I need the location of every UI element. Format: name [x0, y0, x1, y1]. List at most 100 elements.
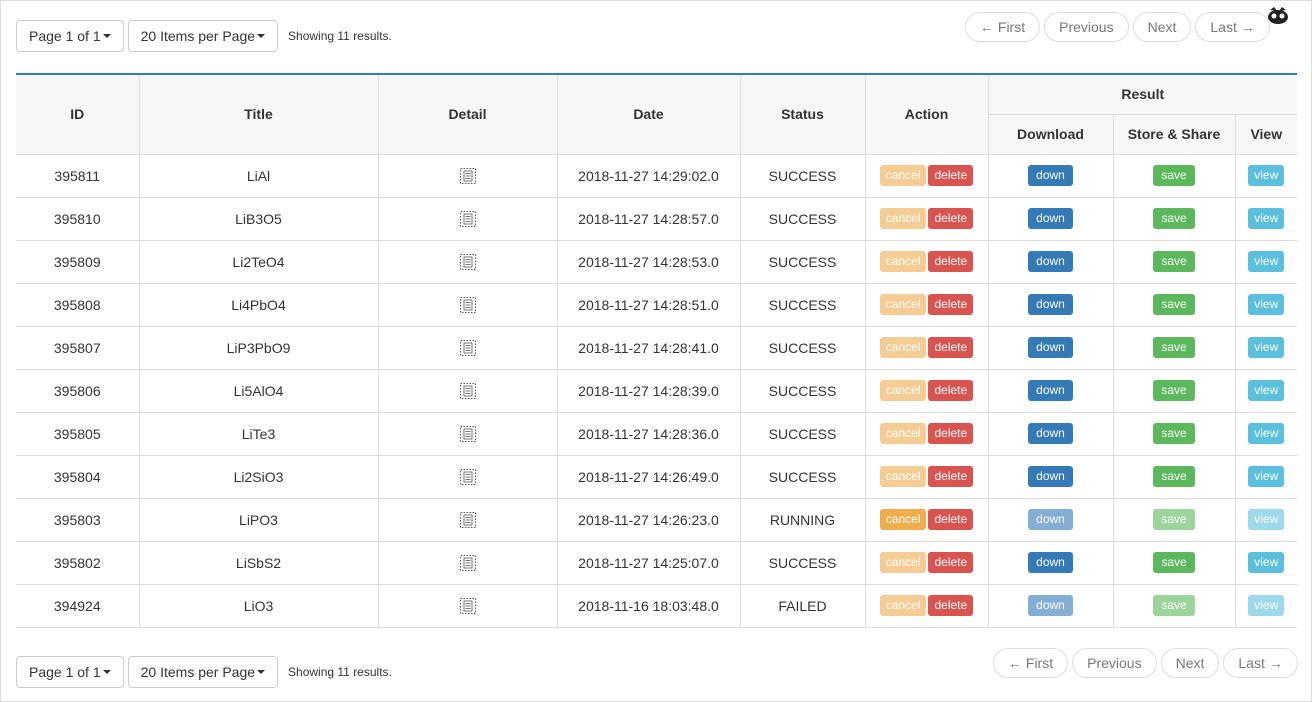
- download-button[interactable]: down: [1028, 337, 1073, 358]
- save-button[interactable]: save: [1153, 509, 1195, 530]
- page-select[interactable]: Page 1 of 1: [16, 656, 124, 688]
- previous-page-button[interactable]: Previous: [1044, 12, 1129, 42]
- save-button[interactable]: save: [1153, 251, 1195, 272]
- download-button[interactable]: down: [1028, 294, 1073, 315]
- document-icon[interactable]: [459, 467, 477, 485]
- download-button[interactable]: down: [1028, 466, 1073, 487]
- cancel-button[interactable]: cancel: [879, 595, 927, 616]
- delete-button[interactable]: delete: [928, 552, 974, 573]
- delete-button[interactable]: delete: [928, 251, 974, 272]
- cell-action: cancel delete: [864, 540, 989, 585]
- save-button[interactable]: save: [1153, 294, 1195, 315]
- cancel-button[interactable]: cancel: [879, 165, 927, 186]
- last-page-button[interactable]: Last →: [1195, 12, 1270, 42]
- download-button[interactable]: down: [1028, 595, 1073, 616]
- table-row: 395803 LiPO3 2018-11-27 14:26:23.0 RUNNING c…: [16, 497, 1298, 542]
- cell-status: FAILED: [739, 583, 866, 628]
- download-button[interactable]: down: [1028, 423, 1073, 444]
- download-button[interactable]: down: [1028, 251, 1073, 272]
- cell-date: 2018-11-27 14:28:57.0: [556, 196, 741, 241]
- cell-detail: [377, 325, 558, 370]
- per-page-select[interactable]: 20 Items per Page: [127, 656, 279, 688]
- view-button[interactable]: view: [1248, 552, 1285, 573]
- delete-button[interactable]: delete: [928, 509, 974, 530]
- delete-button[interactable]: delete: [928, 337, 974, 358]
- save-button[interactable]: save: [1153, 595, 1195, 616]
- cell-action: cancel delete: [864, 239, 989, 284]
- cell-store-share: save: [1112, 368, 1236, 413]
- first-page-button[interactable]: ← First: [993, 648, 1069, 678]
- cancel-button[interactable]: cancel: [879, 552, 927, 573]
- cancel-button[interactable]: cancel: [879, 251, 927, 272]
- cancel-button[interactable]: cancel: [879, 509, 927, 530]
- delete-button[interactable]: delete: [928, 423, 974, 444]
- document-icon[interactable]: [459, 424, 477, 442]
- save-button[interactable]: save: [1153, 337, 1195, 358]
- cancel-button[interactable]: cancel: [879, 423, 927, 444]
- download-button[interactable]: down: [1028, 165, 1073, 186]
- cancel-button[interactable]: cancel: [879, 208, 927, 229]
- view-button[interactable]: view: [1248, 337, 1285, 358]
- cell-download: down: [987, 196, 1114, 241]
- next-page-button[interactable]: Next: [1132, 12, 1192, 42]
- view-button[interactable]: view: [1248, 294, 1285, 315]
- document-icon[interactable]: [459, 209, 477, 227]
- document-icon[interactable]: [459, 166, 477, 184]
- next-page-button[interactable]: Next: [1160, 648, 1220, 678]
- document-icon[interactable]: [459, 510, 477, 528]
- results-count: Showing 11 results.: [288, 29, 392, 43]
- cancel-button[interactable]: cancel: [879, 337, 927, 358]
- view-button[interactable]: view: [1248, 380, 1285, 401]
- delete-button[interactable]: delete: [928, 165, 974, 186]
- last-page-button[interactable]: Last →: [1223, 648, 1298, 678]
- save-button[interactable]: save: [1153, 466, 1195, 487]
- cancel-button[interactable]: cancel: [879, 466, 927, 487]
- view-button[interactable]: view: [1248, 423, 1285, 444]
- view-button[interactable]: view: [1248, 251, 1285, 272]
- per-page-select[interactable]: 20 Items per Page: [127, 20, 279, 52]
- document-icon[interactable]: [459, 295, 477, 313]
- cell-download: down: [987, 325, 1114, 370]
- download-button[interactable]: down: [1028, 509, 1073, 530]
- download-button[interactable]: down: [1028, 208, 1073, 229]
- delete-button[interactable]: delete: [928, 466, 974, 487]
- delete-button[interactable]: delete: [928, 380, 974, 401]
- view-button[interactable]: view: [1248, 595, 1285, 616]
- delete-button[interactable]: delete: [928, 208, 974, 229]
- save-button[interactable]: save: [1153, 423, 1195, 444]
- table-row: 395807 LiP3PbO9 2018-11-27 14:28:41.0 SUCCE…: [16, 325, 1298, 370]
- top-toolbar: Page 1 of 1 20 Items per Page Showing 11…: [16, 19, 392, 53]
- delete-button[interactable]: delete: [928, 595, 974, 616]
- cell-store-share: save: [1112, 196, 1236, 241]
- delete-button[interactable]: delete: [928, 294, 974, 315]
- top-pager: ← First Previous Next Last →: [961, 12, 1270, 42]
- cancel-button[interactable]: cancel: [879, 294, 927, 315]
- download-button[interactable]: down: [1028, 552, 1073, 573]
- document-icon[interactable]: [459, 553, 477, 571]
- cell-detail: [377, 583, 558, 628]
- cell-action: cancel delete: [864, 497, 989, 542]
- save-button[interactable]: save: [1153, 552, 1195, 573]
- view-button[interactable]: view: [1248, 208, 1285, 229]
- table-row: 395804 Li2SiO3 2018-11-27 14:26:49.0 SUCCES…: [16, 454, 1298, 499]
- cancel-button[interactable]: cancel: [879, 380, 927, 401]
- view-button[interactable]: view: [1248, 466, 1285, 487]
- document-icon[interactable]: [459, 381, 477, 399]
- document-icon[interactable]: [459, 596, 477, 614]
- header-result: Result: [987, 73, 1298, 115]
- document-icon[interactable]: [459, 338, 477, 356]
- header-id: ID: [16, 73, 140, 155]
- previous-page-button[interactable]: Previous: [1072, 648, 1157, 678]
- download-button[interactable]: down: [1028, 380, 1073, 401]
- table-row: 395805 LiTe3 2018-11-27 14:28:36.0 SUCCESS c…: [16, 411, 1298, 456]
- save-button[interactable]: save: [1153, 380, 1195, 401]
- first-page-button[interactable]: ← First: [965, 12, 1041, 42]
- save-button[interactable]: save: [1153, 165, 1195, 186]
- page-select[interactable]: Page 1 of 1: [16, 20, 124, 52]
- view-button[interactable]: view: [1248, 165, 1285, 186]
- document-icon[interactable]: [459, 252, 477, 270]
- cell-store-share: save: [1112, 153, 1236, 198]
- save-button[interactable]: save: [1153, 208, 1195, 229]
- view-button[interactable]: view: [1248, 509, 1285, 530]
- cell-detail: [377, 497, 558, 542]
